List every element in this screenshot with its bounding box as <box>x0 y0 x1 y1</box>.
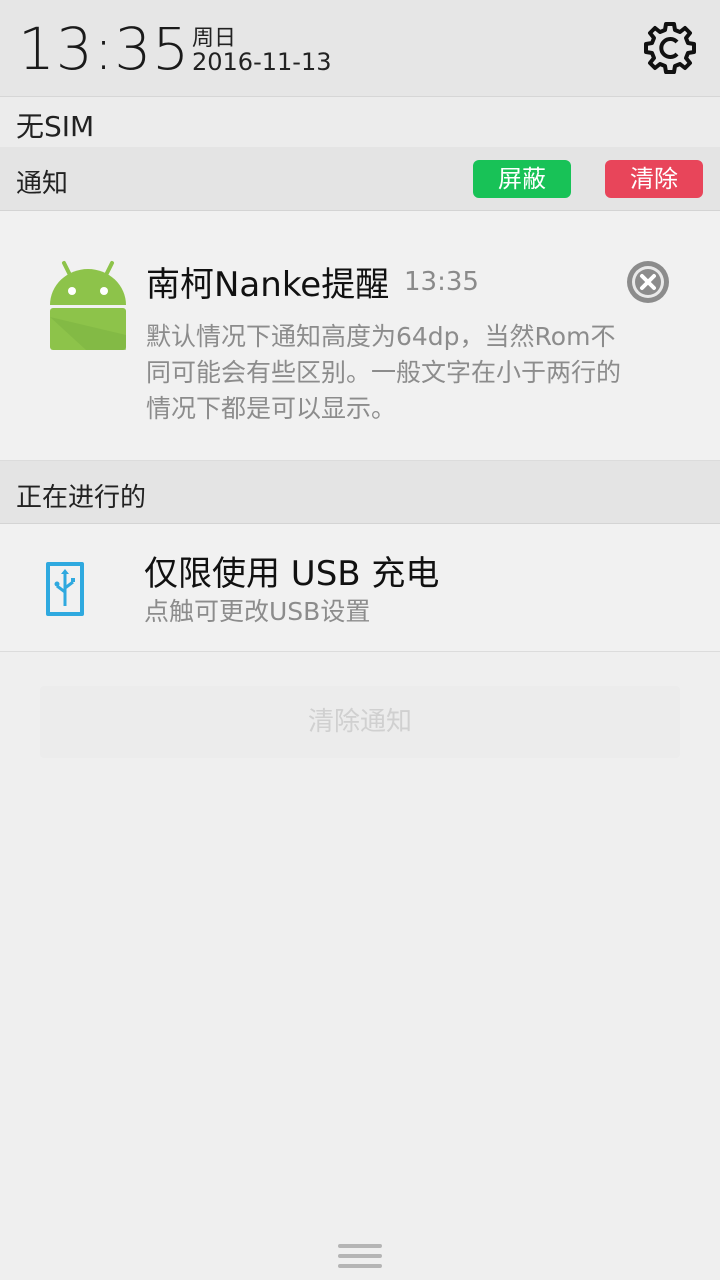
notifications-label: 通知 <box>16 169 69 199</box>
ongoing-header: 正在进行的 <box>0 461 720 524</box>
usb-icon <box>46 562 84 616</box>
usb-title: 仅限使用 USB 充电 <box>144 554 440 594</box>
notification-card[interactable]: 南柯Nanke提醒 13:35 默认情况下通知高度为64dp，当然Rom不同可能… <box>0 211 720 461</box>
notification-time: 13:35 <box>404 267 479 297</box>
sim-status-bar: 无SIM <box>0 96 720 148</box>
usb-notification[interactable]: 仅限使用 USB 充电 点触可更改USB设置 <box>0 524 720 652</box>
android-icon <box>50 261 126 350</box>
notification-body: 默认情况下通知高度为64dp，当然Rom不同可能会有些区别。一般文字在小于两行的… <box>146 322 622 423</box>
notifications-header: 通知 屏蔽 清除 <box>0 147 720 211</box>
date-text: 2016-11-13 <box>192 48 332 76</box>
sim-status: 无SIM <box>16 110 95 143</box>
notification-title: 南柯Nanke提醒 <box>146 265 390 305</box>
dismiss-close-icon[interactable] <box>625 259 671 305</box>
clock-time: 13:35 <box>18 15 191 83</box>
clear-all-notifications-button[interactable]: 清除通知 <box>40 686 680 758</box>
status-header: 13:35 周日 2016-11-13 <box>0 0 720 96</box>
clear-button[interactable]: 清除 <box>605 160 703 198</box>
usb-subtitle: 点触可更改USB设置 <box>144 597 371 626</box>
block-button[interactable]: 屏蔽 <box>473 160 571 198</box>
ongoing-label: 正在进行的 <box>16 483 147 513</box>
drag-handle-icon[interactable] <box>338 1244 382 1270</box>
settings-gear-icon[interactable] <box>640 18 700 78</box>
